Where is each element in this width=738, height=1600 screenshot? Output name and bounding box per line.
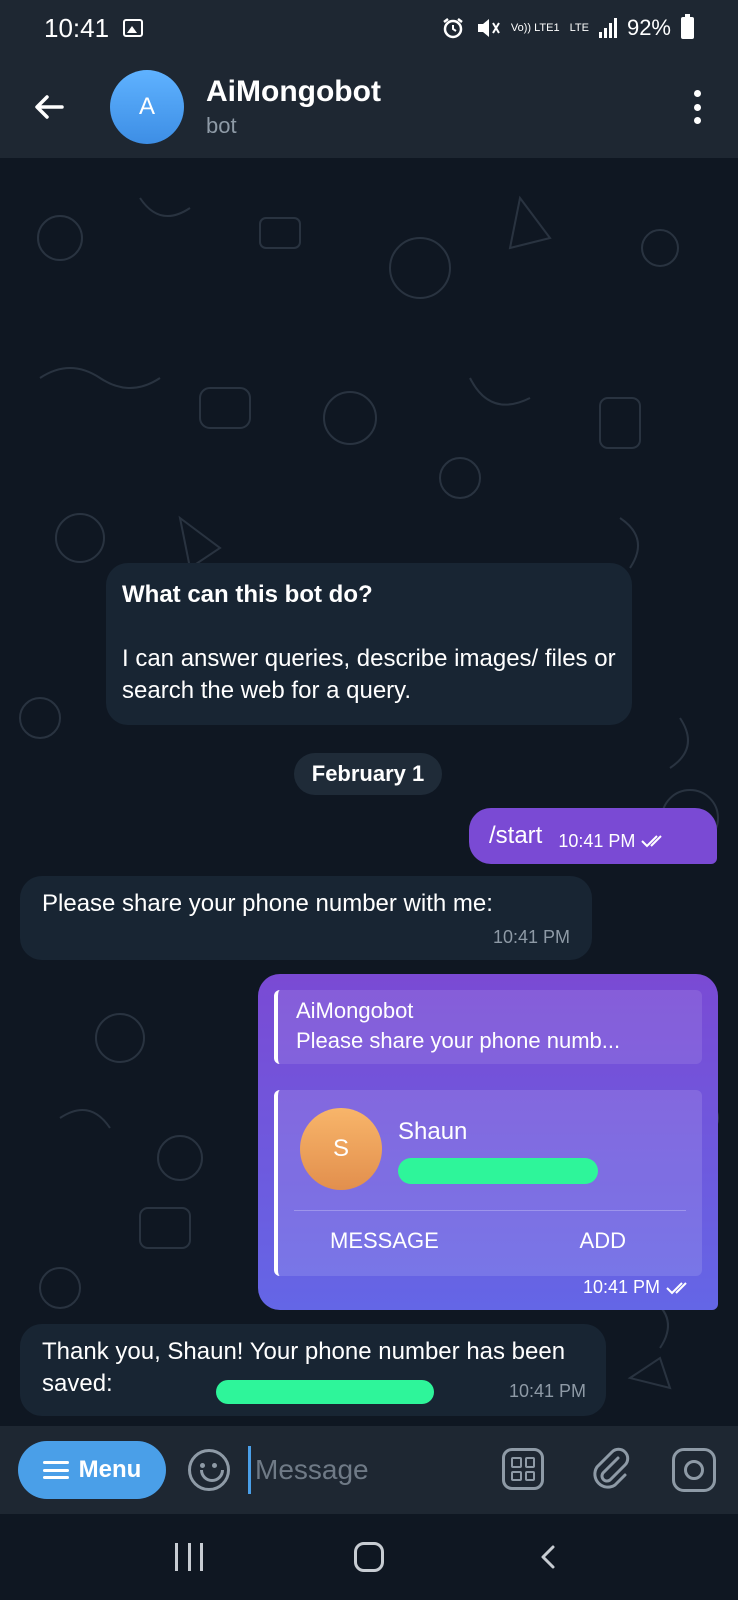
lte-indicator: LTE	[569, 21, 589, 34]
bot-commands-icon[interactable]	[502, 1448, 544, 1490]
chat-header: A AiMongobot bot	[0, 56, 738, 158]
message-text: Please share your phone number with me:	[42, 890, 493, 917]
message-text: /start	[489, 822, 543, 849]
chat-title-block[interactable]: AiMongobot bot	[206, 75, 381, 139]
contact-message-button[interactable]: MESSAGE	[330, 1228, 439, 1254]
redacted-phone-number	[216, 1380, 434, 1404]
intro-answer: I can answer queries, describe images/ f…	[122, 645, 616, 704]
message-time: 10:41 PM	[492, 927, 570, 947]
chat-subtitle: bot	[206, 113, 237, 138]
signal-icon	[598, 18, 617, 38]
message-time: 10:41 PM	[558, 830, 636, 851]
status-bar: 10:41 Vo)) LTE1 LTE 92%	[0, 0, 738, 56]
bot-intro-card: What can this bot do? I can answer queri…	[106, 563, 632, 725]
hamburger-icon	[42, 1461, 69, 1479]
contact-divider	[294, 1210, 686, 1211]
bot-avatar[interactable]: A	[110, 70, 184, 144]
home-icon[interactable]	[353, 1542, 384, 1572]
volte-indicator: Vo)) LTE1	[510, 21, 560, 34]
status-time: 10:41	[44, 12, 110, 43]
more-vertical-icon[interactable]	[692, 90, 702, 124]
contact-name: Shaun	[398, 1118, 468, 1145]
incoming-message-request[interactable]: Please share your phone number with me: …	[20, 876, 592, 960]
emoji-icon[interactable]	[188, 1449, 230, 1491]
double-check-icon	[641, 835, 663, 848]
system-nav-bar	[0, 1514, 738, 1600]
message-input-bar: Menu	[0, 1426, 738, 1514]
alarm-icon	[443, 18, 463, 39]
contact-avatar-letter: S	[332, 1135, 349, 1162]
contact-add-button[interactable]: ADD	[580, 1228, 626, 1254]
redacted-phone-number	[398, 1158, 598, 1184]
outgoing-message-start[interactable]: /start 10:41 PM	[469, 808, 717, 864]
intro-question: What can this bot do?	[122, 581, 373, 608]
battery-icon	[681, 14, 694, 39]
message-input[interactable]	[248, 1446, 478, 1494]
message-time: 10:41 PM	[582, 1277, 660, 1297]
menu-button[interactable]: Menu	[18, 1441, 166, 1499]
menu-label: Menu	[78, 1456, 142, 1483]
recent-apps-icon[interactable]	[175, 1543, 204, 1571]
battery-percent: 92%	[626, 15, 671, 40]
chat-area[interactable]: What can this bot do? I can answer queri…	[0, 158, 738, 1426]
gallery-notification-icon	[123, 19, 144, 37]
incoming-message-thanks[interactable]: Thank you, Shaun! Your phone number has …	[20, 1324, 606, 1416]
avatar-letter: A	[138, 93, 155, 120]
nav-back-icon[interactable]	[535, 1543, 563, 1571]
contact-card[interactable]: S Shaun MESSAGE ADD	[274, 1090, 702, 1276]
contact-avatar: S	[300, 1108, 382, 1190]
reply-preview[interactable]: AiMongobot Please share your phone numb.…	[274, 990, 702, 1064]
mute-icon	[477, 19, 500, 37]
chat-title: AiMongobot	[206, 75, 381, 108]
camera-icon[interactable]	[672, 1448, 716, 1492]
date-separator: February 1	[294, 753, 442, 795]
message-time: 10:41 PM	[508, 1381, 586, 1401]
double-check-icon	[666, 1281, 687, 1294]
reply-text: Please share your phone numb...	[296, 1028, 621, 1053]
outgoing-contact-message[interactable]: AiMongobot Please share your phone numb.…	[258, 974, 718, 1310]
reply-sender: AiMongobot	[296, 998, 414, 1023]
paperclip-icon[interactable]	[588, 1446, 634, 1492]
arrow-left-icon[interactable]	[32, 90, 66, 124]
